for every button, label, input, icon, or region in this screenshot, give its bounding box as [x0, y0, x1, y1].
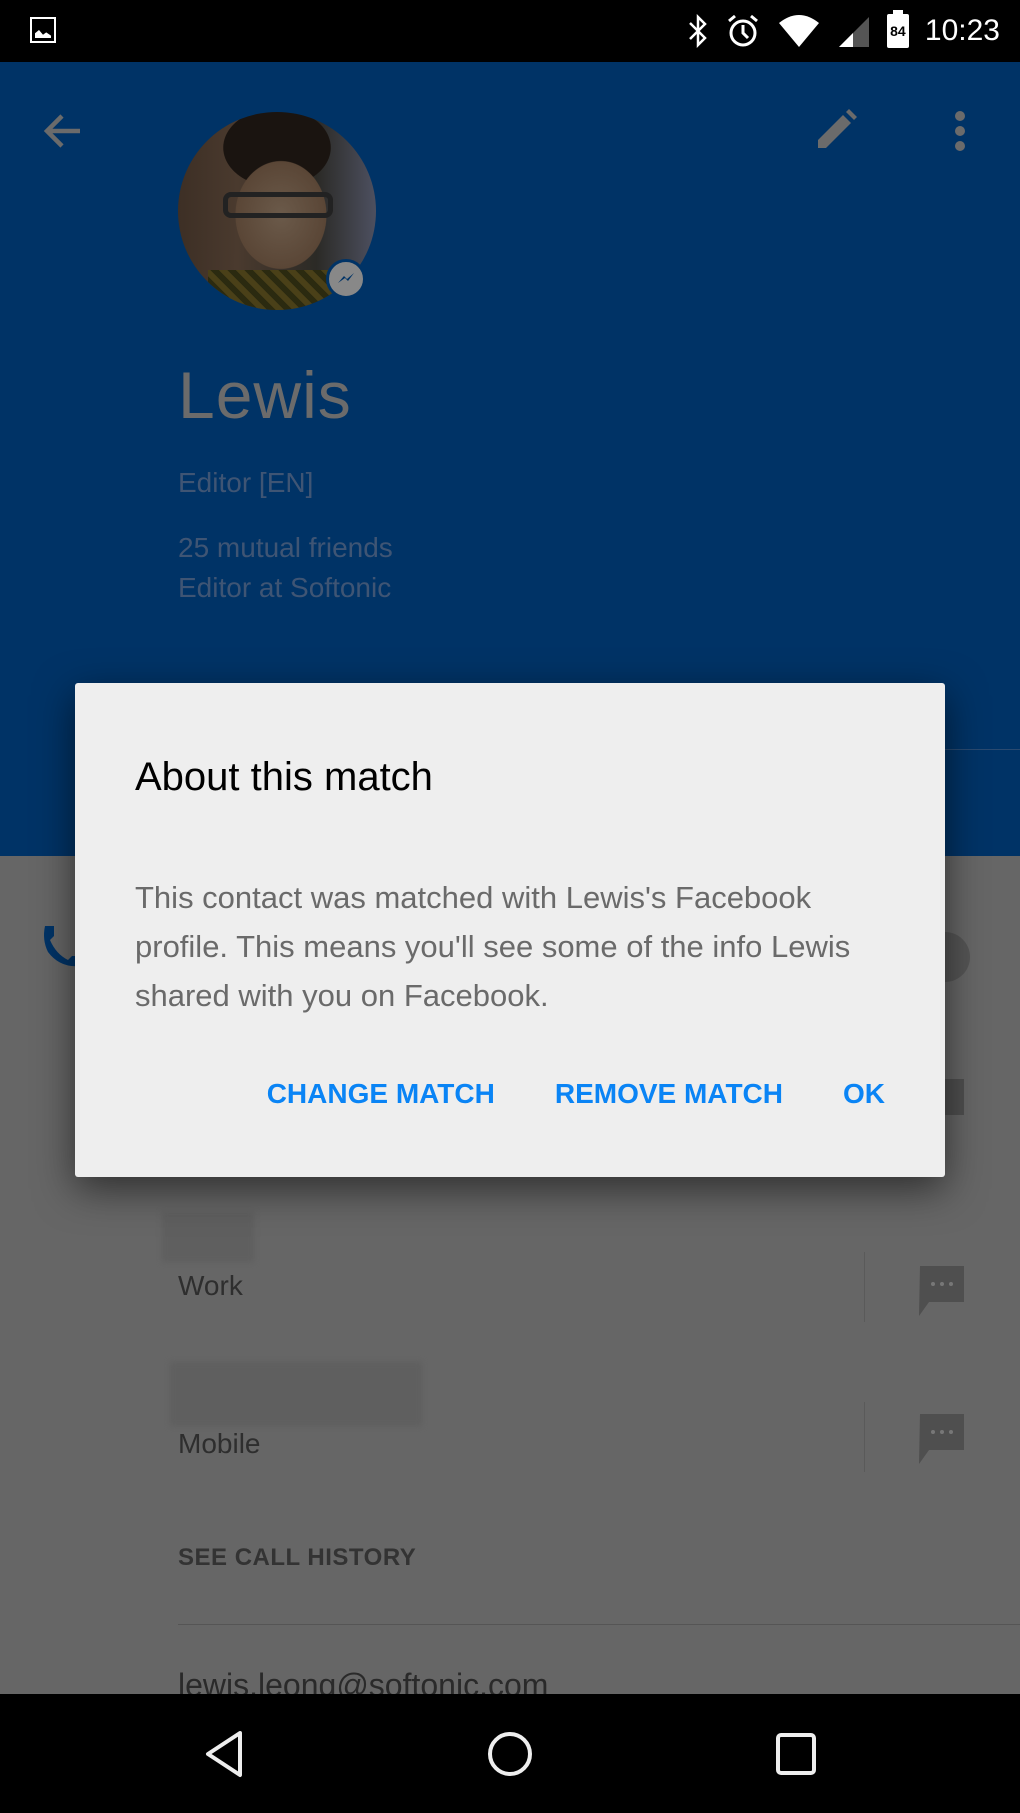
- more-vert-icon: [955, 111, 965, 151]
- more-options-button[interactable]: [935, 106, 985, 156]
- row-divider: [864, 1252, 865, 1322]
- edit-contact-button[interactable]: [810, 106, 860, 156]
- list-divider: [178, 1624, 1020, 1625]
- work-info: Editor at Softonic: [178, 572, 392, 603]
- messenger-badge: [326, 259, 366, 299]
- hidden-phone-number: [162, 1212, 254, 1262]
- contact-detail-screen: Lewis Editor [EN] 25 mutual friends Edit…: [0, 62, 1020, 1694]
- contact-subtitle: Editor [EN]: [178, 467, 314, 498]
- status-icons: 84 10:23: [687, 0, 1000, 62]
- status-bar: 84 10:23: [0, 0, 1020, 62]
- dialog-actions: CHANGE MATCH REMOVE MATCH OK: [267, 1078, 885, 1110]
- nav-back-icon: [206, 1731, 242, 1777]
- contact-name: Lewis: [178, 358, 352, 432]
- nav-recents-icon: [776, 1733, 816, 1775]
- cellular-signal-icon: [838, 17, 869, 47]
- avatar-photo-detail: [223, 192, 333, 218]
- bluetooth-icon: [689, 14, 707, 48]
- navigation-bar: [0, 1694, 1020, 1813]
- change-match-button[interactable]: CHANGE MATCH: [267, 1078, 495, 1110]
- pencil-icon: [818, 109, 857, 148]
- row-label: Work: [178, 1270, 243, 1301]
- battery-icon: 84: [886, 10, 909, 48]
- clock: 10:23: [924, 14, 1000, 47]
- mutual-friends: 25 mutual friends: [178, 532, 393, 563]
- back-button[interactable]: [38, 106, 88, 156]
- message-icon[interactable]: [917, 1412, 967, 1464]
- remove-match-button[interactable]: REMOVE MATCH: [555, 1078, 783, 1110]
- wifi-icon: [778, 15, 819, 47]
- email-address[interactable]: lewis.leong@softonic.com: [178, 1667, 548, 1694]
- arrow-back-icon: [43, 114, 80, 148]
- hidden-phone-number: [170, 1362, 422, 1426]
- nav-home-button[interactable]: [480, 1724, 540, 1784]
- alarm-icon: [727, 14, 758, 47]
- row-divider: [864, 1402, 865, 1472]
- header-divider: [940, 749, 1020, 750]
- see-call-history-button[interactable]: SEE CALL HISTORY: [178, 1544, 416, 1572]
- nav-back-button[interactable]: [194, 1724, 254, 1784]
- gallery-notification-icon: [30, 17, 56, 43]
- nav-home-icon: [488, 1732, 532, 1776]
- row-label: Mobile: [178, 1428, 261, 1459]
- ok-button[interactable]: OK: [843, 1078, 885, 1110]
- message-icon[interactable]: [917, 1264, 967, 1316]
- dialog-message: This contact was matched with Lewis's Fa…: [135, 880, 851, 1013]
- dialog-title: About this match: [135, 755, 433, 799]
- phone-icon: [44, 926, 80, 967]
- messenger-icon: [338, 273, 354, 283]
- nav-recents-button[interactable]: [766, 1724, 826, 1784]
- about-match-dialog: About this match This contact was matche…: [75, 683, 945, 1177]
